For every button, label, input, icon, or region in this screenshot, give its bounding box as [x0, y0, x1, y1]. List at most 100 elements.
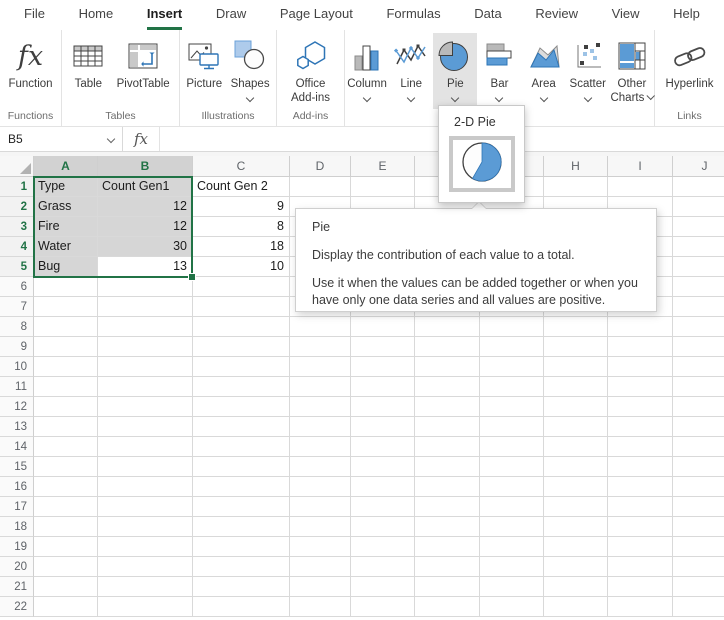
cell-A13[interactable]	[34, 417, 98, 437]
cell-H22[interactable]	[544, 597, 608, 617]
cell-D20[interactable]	[290, 557, 351, 577]
cell-I1[interactable]	[608, 177, 673, 197]
cell-A16[interactable]	[34, 477, 98, 497]
cell-B4[interactable]: 30	[98, 237, 193, 257]
row-header-10[interactable]: 10	[0, 357, 34, 377]
cell-A10[interactable]	[34, 357, 98, 377]
cell-I21[interactable]	[608, 577, 673, 597]
cell-I12[interactable]	[608, 397, 673, 417]
tab-help[interactable]: Help	[673, 0, 700, 30]
cell-G21[interactable]	[480, 577, 544, 597]
row-header-20[interactable]: 20	[0, 557, 34, 577]
cell-H16[interactable]	[544, 477, 608, 497]
cell-G10[interactable]	[480, 357, 544, 377]
tab-draw[interactable]: Draw	[216, 0, 246, 30]
tab-view[interactable]: View	[612, 0, 640, 30]
cell-E9[interactable]	[351, 337, 415, 357]
cell-B5[interactable]: 13	[98, 257, 193, 277]
cell-J22[interactable]	[673, 597, 724, 617]
cell-A18[interactable]	[34, 517, 98, 537]
cell-A11[interactable]	[34, 377, 98, 397]
cell-C15[interactable]	[193, 457, 290, 477]
pivottable-button[interactable]: PivotTable	[115, 33, 172, 93]
cell-J18[interactable]	[673, 517, 724, 537]
row-header-5[interactable]: 5	[0, 257, 34, 277]
cell-D12[interactable]	[290, 397, 351, 417]
cell-E1[interactable]	[351, 177, 415, 197]
cell-E16[interactable]	[351, 477, 415, 497]
cell-G12[interactable]	[480, 397, 544, 417]
cell-C19[interactable]	[193, 537, 290, 557]
cell-E18[interactable]	[351, 517, 415, 537]
row-header-14[interactable]: 14	[0, 437, 34, 457]
cell-J6[interactable]	[673, 277, 724, 297]
tab-home[interactable]: Home	[79, 0, 114, 30]
cell-E14[interactable]	[351, 437, 415, 457]
cell-B14[interactable]	[98, 437, 193, 457]
cell-G11[interactable]	[480, 377, 544, 397]
area-chart-button[interactable]: Area	[522, 33, 566, 109]
cell-J1[interactable]	[673, 177, 724, 197]
insert-function-button[interactable]: fx	[123, 127, 160, 151]
cell-G8[interactable]	[480, 317, 544, 337]
cell-I19[interactable]	[608, 537, 673, 557]
cell-E21[interactable]	[351, 577, 415, 597]
cell-G13[interactable]	[480, 417, 544, 437]
column-header-H[interactable]: H	[544, 156, 608, 177]
cell-D10[interactable]	[290, 357, 351, 377]
cell-B21[interactable]	[98, 577, 193, 597]
cell-A2[interactable]: Grass	[34, 197, 98, 217]
cell-I16[interactable]	[608, 477, 673, 497]
cell-D15[interactable]	[290, 457, 351, 477]
cell-A15[interactable]	[34, 457, 98, 477]
cell-J7[interactable]	[673, 297, 724, 317]
cell-H1[interactable]	[544, 177, 608, 197]
cell-F14[interactable]	[415, 437, 480, 457]
cell-F9[interactable]	[415, 337, 480, 357]
cell-F13[interactable]	[415, 417, 480, 437]
cell-I17[interactable]	[608, 497, 673, 517]
row-header-21[interactable]: 21	[0, 577, 34, 597]
cell-I20[interactable]	[608, 557, 673, 577]
cell-C16[interactable]	[193, 477, 290, 497]
cell-I22[interactable]	[608, 597, 673, 617]
cell-D16[interactable]	[290, 477, 351, 497]
cell-B10[interactable]	[98, 357, 193, 377]
cell-J19[interactable]	[673, 537, 724, 557]
cell-B17[interactable]	[98, 497, 193, 517]
cell-A4[interactable]: Water	[34, 237, 98, 257]
tab-review[interactable]: Review	[535, 0, 578, 30]
cell-J5[interactable]	[673, 257, 724, 277]
tab-formulas[interactable]: Formulas	[386, 0, 440, 30]
cell-B6[interactable]	[98, 277, 193, 297]
column-chart-button[interactable]: Column	[345, 33, 389, 109]
row-header-8[interactable]: 8	[0, 317, 34, 337]
cell-D1[interactable]	[290, 177, 351, 197]
office-addins-button[interactable]: Office Add-ins	[289, 33, 332, 107]
cell-G18[interactable]	[480, 517, 544, 537]
row-header-4[interactable]: 4	[0, 237, 34, 257]
cell-E11[interactable]	[351, 377, 415, 397]
cell-B20[interactable]	[98, 557, 193, 577]
cell-J9[interactable]	[673, 337, 724, 357]
row-header-1[interactable]: 1	[0, 177, 34, 197]
select-all-corner[interactable]	[0, 156, 34, 177]
cell-J11[interactable]	[673, 377, 724, 397]
cell-F8[interactable]	[415, 317, 480, 337]
cell-D14[interactable]	[290, 437, 351, 457]
cell-E15[interactable]	[351, 457, 415, 477]
row-header-22[interactable]: 22	[0, 597, 34, 617]
cell-E13[interactable]	[351, 417, 415, 437]
cell-A8[interactable]	[34, 317, 98, 337]
cell-B15[interactable]	[98, 457, 193, 477]
cell-E10[interactable]	[351, 357, 415, 377]
cell-F20[interactable]	[415, 557, 480, 577]
cell-A21[interactable]	[34, 577, 98, 597]
cell-A3[interactable]: Fire	[34, 217, 98, 237]
cell-F22[interactable]	[415, 597, 480, 617]
shapes-button[interactable]: Shapes	[229, 33, 272, 103]
cell-C4[interactable]: 18	[193, 237, 290, 257]
cell-C3[interactable]: 8	[193, 217, 290, 237]
row-header-3[interactable]: 3	[0, 217, 34, 237]
cell-J2[interactable]	[673, 197, 724, 217]
